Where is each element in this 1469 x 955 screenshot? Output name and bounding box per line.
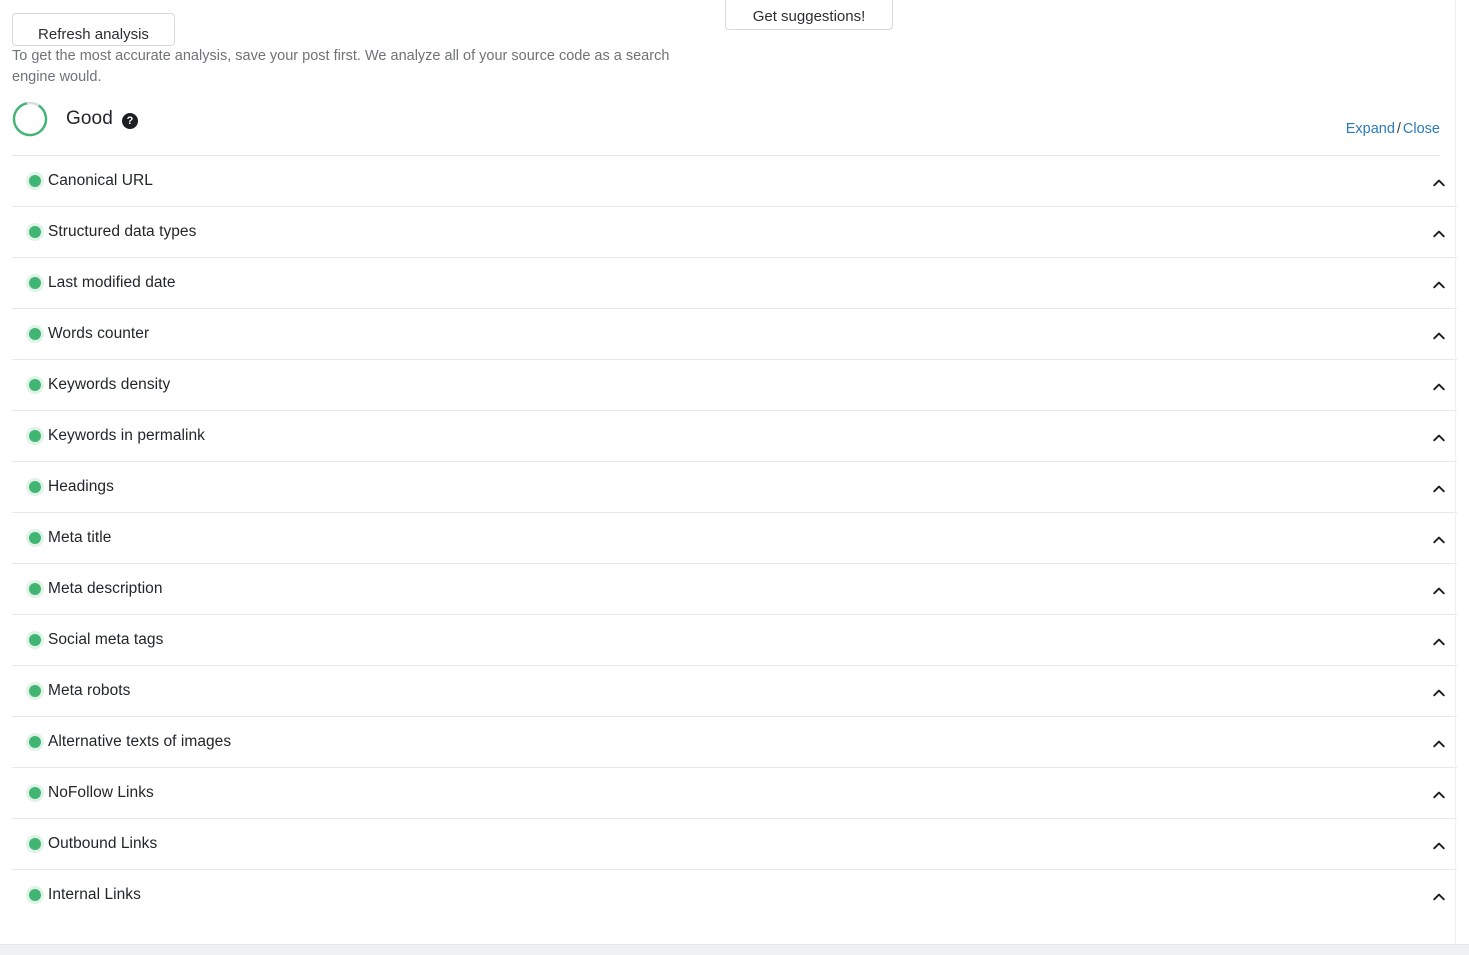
checklist-row-label: Structured data types (48, 223, 197, 240)
checklist-row[interactable]: Meta description (12, 564, 1457, 615)
chevron-up-icon[interactable] (1430, 684, 1448, 702)
checklist-row-label: Internal Links (48, 886, 141, 903)
checklist-row-label: Social meta tags (48, 631, 164, 648)
chevron-up-icon[interactable] (1430, 633, 1448, 651)
status-good-dot (29, 379, 41, 391)
checklist-row[interactable]: Keywords density (12, 360, 1457, 411)
status-good-dot (29, 430, 41, 442)
checklist-row-label: Meta robots (48, 682, 131, 699)
status-good-dot (29, 226, 41, 238)
status-good-dot (29, 277, 41, 289)
score-label: Good (66, 108, 113, 129)
checklist-row-label: Words counter (48, 325, 150, 342)
page-footer-strip (0, 944, 1469, 955)
status-good-dot (29, 328, 41, 340)
checklist-row-label: NoFollow Links (48, 784, 154, 801)
action-separator: / (1396, 121, 1401, 137)
score-progress-ring (12, 101, 48, 137)
refresh-analysis-button[interactable]: Refresh analysis (12, 13, 175, 46)
checklist-row[interactable]: Structured data types (12, 207, 1457, 258)
seo-checklist: Canonical URL Structured data types Last m… (0, 156, 1469, 921)
chevron-up-icon[interactable] (1430, 327, 1448, 345)
chevron-up-icon[interactable] (1430, 786, 1448, 804)
status-good-dot (29, 787, 41, 799)
help-icon[interactable]: ? (122, 113, 138, 129)
expand-close-actions: Expand / Close (1346, 121, 1440, 137)
chevron-up-icon[interactable] (1430, 480, 1448, 498)
chevron-up-icon[interactable] (1430, 174, 1448, 192)
chevron-up-icon[interactable] (1430, 531, 1448, 549)
status-good-dot (29, 736, 41, 748)
checklist-row-label: Meta title (48, 529, 112, 546)
checklist-row[interactable]: Outbound Links (12, 819, 1457, 870)
status-good-dot (29, 889, 41, 901)
checklist-row[interactable]: Meta robots (12, 666, 1457, 717)
checklist-row[interactable]: Canonical URL (12, 156, 1457, 207)
status-good-dot (29, 481, 41, 493)
checklist-row[interactable]: Headings (12, 462, 1457, 513)
chevron-up-icon[interactable] (1430, 429, 1448, 447)
checklist-row[interactable]: Alternative texts of images (12, 717, 1457, 768)
chevron-up-icon[interactable] (1430, 888, 1448, 906)
seo-analysis-panel: Refresh analysis Get suggestions! To get… (0, 0, 1469, 955)
checklist-row-label: Headings (48, 478, 114, 495)
status-good-dot (29, 838, 41, 850)
checklist-row-label: Meta description (48, 580, 163, 597)
status-good-dot (29, 685, 41, 697)
close-all-link[interactable]: Close (1403, 121, 1440, 137)
get-suggestions-button[interactable]: Get suggestions! (725, 0, 893, 30)
checklist-row[interactable]: NoFollow Links (12, 768, 1457, 819)
checklist-row-label: Alternative texts of images (48, 733, 232, 750)
panel-right-edge (1455, 0, 1456, 944)
checklist-row-label: Last modified date (48, 274, 176, 291)
chevron-up-icon[interactable] (1430, 225, 1448, 243)
checklist-row-label: Keywords density (48, 376, 171, 393)
checklist-row[interactable]: Keywords in permalink (12, 411, 1457, 462)
status-good-dot (29, 532, 41, 544)
status-good-dot (29, 175, 41, 187)
chevron-up-icon[interactable] (1430, 837, 1448, 855)
status-good-dot (29, 634, 41, 646)
checklist-row-label: Outbound Links (48, 835, 158, 852)
analysis-helper-text: To get the most accurate analysis, save … (12, 48, 670, 85)
checklist-row[interactable]: Social meta tags (12, 615, 1457, 666)
expand-all-link[interactable]: Expand (1346, 121, 1395, 137)
checklist-row[interactable]: Last modified date (12, 258, 1457, 309)
chevron-up-icon[interactable] (1430, 582, 1448, 600)
checklist-row[interactable]: Words counter (12, 309, 1457, 360)
chevron-up-icon[interactable] (1430, 735, 1448, 753)
checklist-row-label: Keywords in permalink (48, 427, 205, 444)
score-header: Good (0, 98, 1469, 155)
checklist-row-label: Canonical URL (48, 172, 153, 189)
chevron-up-icon[interactable] (1430, 378, 1448, 396)
status-good-dot (29, 583, 41, 595)
checklist-row[interactable]: Meta title (12, 513, 1457, 564)
chevron-up-icon[interactable] (1430, 276, 1448, 294)
analysis-toolbar: Refresh analysis Get suggestions! To get… (0, 0, 1469, 92)
checklist-row[interactable]: Internal Links (12, 870, 1457, 921)
